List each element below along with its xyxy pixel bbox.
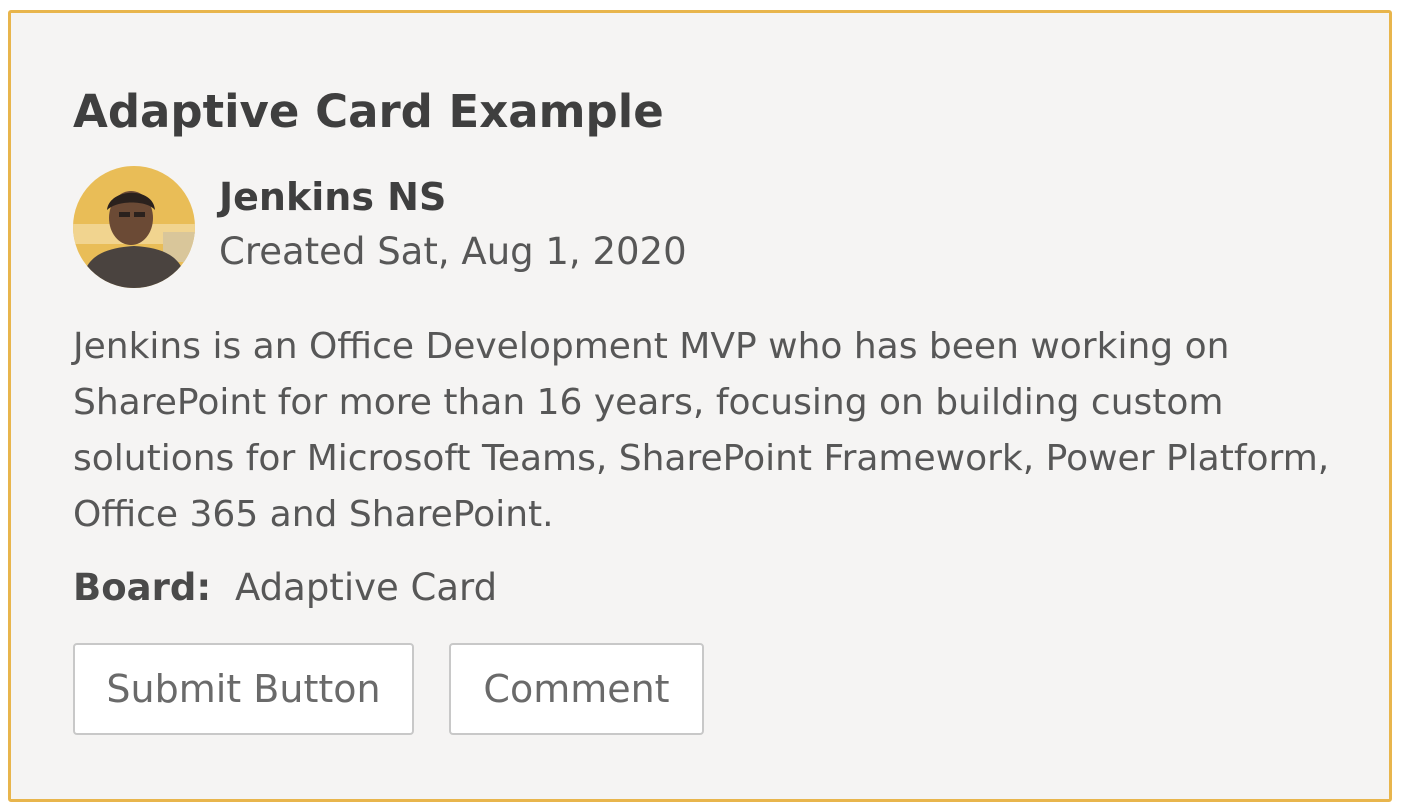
author-name: Jenkins NS (219, 175, 447, 219)
fact-title: Board: (73, 566, 212, 609)
card-description: Jenkins is an Office Development MVP who… (73, 326, 1330, 535)
card-title: Adaptive Card Example (73, 85, 664, 138)
adaptive-card: Adaptive Card Example Jenkins NS Created… (8, 10, 1392, 802)
author-avatar (73, 166, 195, 288)
submit-button[interactable]: Submit Button (73, 643, 414, 735)
created-date: Created Sat, Aug 1, 2020 (219, 230, 687, 273)
fact-row-board: Board: Adaptive Card (73, 569, 497, 606)
comment-button[interactable]: Comment (449, 643, 704, 735)
fact-value: Adaptive Card (235, 566, 498, 609)
person-photo-icon (73, 166, 195, 288)
